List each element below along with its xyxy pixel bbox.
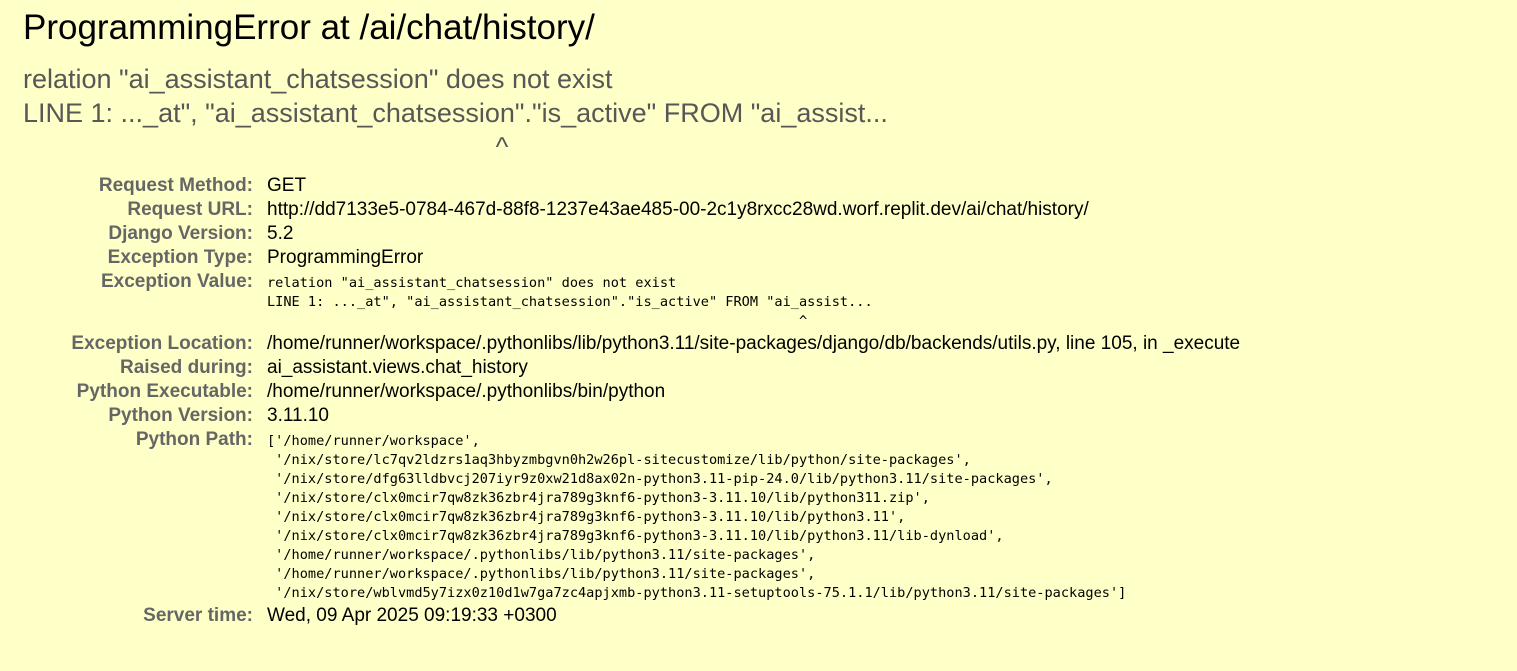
- request-url-value: http://dd7133e5-0784-467d-88f8-1237e43ae…: [267, 199, 1089, 221]
- meta-row-python-path: Python Path: ['/home/runner/workspace', …: [23, 428, 1240, 604]
- request-url-label: Request URL:: [127, 199, 253, 221]
- request-method-value: GET: [267, 175, 307, 197]
- meta-row-exception-value: Exception Value: relation "ai_assistant_…: [23, 270, 1240, 332]
- exception-value-header: relation "ai_assistant_chatsession" does…: [23, 64, 888, 163]
- python-version-label: Python Version:: [108, 405, 253, 427]
- django-version-value: 5.2: [267, 223, 294, 245]
- django-version-label: Django Version:: [108, 223, 253, 245]
- meta-row-raised-during: Raised during: ai_assistant.views.chat_h…: [23, 356, 1240, 380]
- request-method-label: Request Method:: [98, 175, 253, 197]
- meta-table: Request Method: GET Request URL: http://…: [23, 174, 1240, 628]
- meta-row-request-url: Request URL: http://dd7133e5-0784-467d-8…: [23, 198, 1240, 222]
- exception-location-value: /home/runner/workspace/.pythonlibs/lib/p…: [267, 333, 1241, 355]
- exception-value: relation "ai_assistant_chatsession" does…: [267, 275, 873, 330]
- meta-row-python-executable: Python Executable: /home/runner/workspac…: [23, 380, 1240, 404]
- meta-row-server-time: Server time: Wed, 09 Apr 2025 09:19:33 +…: [23, 604, 1240, 628]
- meta-row-request-method: Request Method: GET: [23, 174, 1240, 198]
- exception-type-label: Exception Type:: [107, 247, 253, 269]
- meta-row-exception-location: Exception Location: /home/runner/workspa…: [23, 332, 1240, 356]
- exception-type-value: ProgrammingError: [267, 247, 424, 269]
- python-executable-value: /home/runner/workspace/.pythonlibs/bin/p…: [267, 381, 666, 403]
- meta-row-exception-type: Exception Type: ProgrammingError: [23, 246, 1240, 270]
- meta-row-python-version: Python Version: 3.11.10: [23, 404, 1240, 428]
- server-time-label: Server time:: [143, 605, 253, 627]
- meta-row-django-version: Django Version: 5.2: [23, 222, 1240, 246]
- page-title: ProgrammingError at /ai/chat/history/: [23, 8, 595, 47]
- raised-during-label: Raised during:: [119, 357, 253, 379]
- error-summary: ProgrammingError at /ai/chat/history/ re…: [0, 0, 1517, 628]
- exception-value-label: Exception Value:: [100, 271, 253, 293]
- python-executable-label: Python Executable:: [76, 381, 253, 403]
- python-path-label: Python Path:: [135, 429, 253, 451]
- python-version-value: 3.11.10: [267, 405, 329, 427]
- server-time-value: Wed, 09 Apr 2025 09:19:33 +0300: [267, 605, 557, 627]
- exception-location-label: Exception Location:: [71, 333, 253, 355]
- python-path-value: ['/home/runner/workspace', '/nix/store/l…: [267, 433, 1127, 602]
- raised-during-value: ai_assistant.views.chat_history: [267, 357, 528, 379]
